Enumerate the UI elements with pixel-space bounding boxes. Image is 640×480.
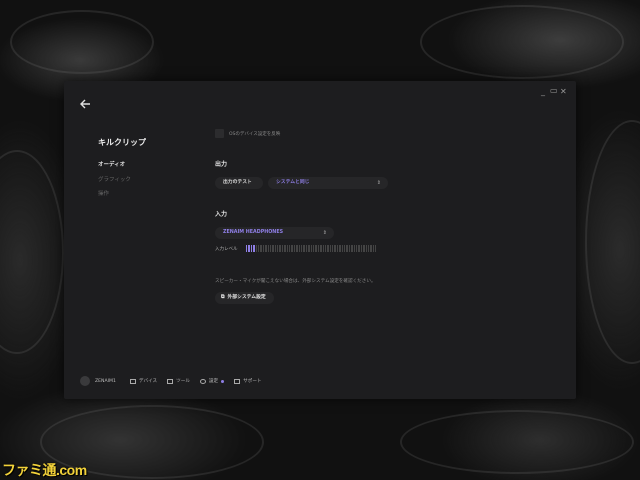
level-bar <box>351 245 353 252</box>
level-bar <box>360 245 363 252</box>
footer-link-label: 設定 <box>208 379 219 384</box>
level-bar <box>315 245 317 252</box>
level-bar <box>269 245 272 252</box>
external-link-icon: ⧉ <box>221 295 225 300</box>
level-bar <box>303 245 305 252</box>
chevron-updown-icon: ⇕ <box>322 230 327 236</box>
level-bar <box>339 245 341 252</box>
level-bar <box>267 245 269 252</box>
nav-item-graphics[interactable]: グラフィック <box>98 175 131 183</box>
level-bar <box>348 245 351 252</box>
external-settings-label: 外部システム設定 <box>227 295 266 300</box>
back-arrow-icon[interactable] <box>78 97 92 111</box>
username: ZENAIM1 <box>95 378 116 384</box>
level-bar <box>272 245 274 252</box>
level-bar <box>277 245 279 252</box>
footer-link-settings[interactable]: 設定 <box>199 378 225 384</box>
level-bar <box>274 245 277 252</box>
input-device-select[interactable]: ZENAIM HEADPHONES ⇕ <box>215 227 334 239</box>
input-level-label: 入力レベル <box>215 247 238 252</box>
level-bar <box>284 245 286 252</box>
level-bar <box>336 245 339 252</box>
maximize-icon[interactable]: ▭ <box>550 86 558 96</box>
footer-link-support[interactable]: サポート <box>234 378 262 384</box>
level-bar <box>296 245 298 252</box>
close-icon[interactable]: ✕ <box>560 87 567 97</box>
level-bar <box>281 245 284 252</box>
level-bar <box>355 245 358 252</box>
level-bar <box>293 245 296 252</box>
level-bar <box>365 245 367 252</box>
minimize-icon[interactable]: _ <box>541 87 545 97</box>
tool-icon <box>167 378 174 384</box>
input-device-value: ZENAIM HEADPHONES <box>223 230 284 235</box>
level-bar <box>308 245 310 252</box>
user-profile[interactable]: ZENAIM1 <box>80 376 116 386</box>
level-bar <box>279 245 281 252</box>
level-bar <box>305 245 308 252</box>
watermark-logo: ファミ通.com <box>2 462 87 478</box>
level-bar <box>346 245 348 252</box>
active-indicator-dot <box>221 379 225 383</box>
level-bar <box>341 245 344 252</box>
level-bar <box>363 245 365 252</box>
output-test-button[interactable]: 出力のテスト <box>215 177 263 189</box>
level-bar <box>289 245 291 252</box>
level-bar <box>265 245 267 252</box>
avatar <box>80 376 90 386</box>
output-device-value: システムと同じ <box>276 180 310 185</box>
level-bar <box>327 245 329 252</box>
level-bar <box>372 245 375 252</box>
level-bar <box>353 245 355 252</box>
level-bar <box>320 245 322 252</box>
level-bar <box>334 245 336 252</box>
level-bar <box>291 245 293 252</box>
level-bar <box>370 245 372 252</box>
footer-link-devices[interactable]: デバイス <box>129 378 158 384</box>
chevron-updown-icon: ⇕ <box>376 180 381 186</box>
output-heading: 出力 <box>215 161 228 168</box>
level-bar <box>257 245 260 252</box>
input-level-meter <box>246 245 377 252</box>
output-device-select[interactable]: システムと同じ ⇕ <box>268 177 388 189</box>
level-bar <box>262 245 265 252</box>
level-bar <box>253 245 255 252</box>
level-bar <box>329 245 332 252</box>
level-bar <box>250 245 253 252</box>
level-bar <box>324 245 327 252</box>
nav-item-audio[interactable]: オーディオ <box>98 160 125 168</box>
app-title: キルクリップ <box>98 138 146 147</box>
level-bar <box>332 245 334 252</box>
level-bar <box>300 245 303 252</box>
input-heading: 入力 <box>215 211 228 218</box>
footer-link-label: デバイス <box>138 379 158 384</box>
level-bar <box>312 245 315 252</box>
footer-link-tools[interactable]: ツール <box>167 378 190 384</box>
level-bar <box>248 245 250 252</box>
level-bar <box>286 245 289 252</box>
level-bar <box>367 245 370 252</box>
chat-icon <box>234 378 241 384</box>
level-bar <box>298 245 300 252</box>
footer-bar: ZENAIM1 デバイス ツール 設定 サポート <box>80 375 272 387</box>
level-bar <box>375 245 377 252</box>
level-bar <box>246 245 248 252</box>
os-device-checkbox[interactable] <box>215 129 224 138</box>
level-bar <box>310 245 312 252</box>
level-bar <box>322 245 324 252</box>
footer-link-label: ツール <box>176 379 190 384</box>
level-bar <box>317 245 320 252</box>
gear-icon <box>199 378 206 384</box>
level-bar <box>255 245 257 252</box>
help-note: スピーカー・マイクが聞こえない場合は、外部システム設定を確認ください。 <box>215 279 376 284</box>
os-device-checkbox-label: OSのデバイス設定を反映 <box>229 132 281 137</box>
settings-window: _ ▭ ✕ キルクリップ オーディオ グラフィック 操作 OSのデバイス設定を反… <box>64 81 576 399</box>
footer-link-label: サポート <box>243 379 262 384</box>
device-icon <box>129 378 136 384</box>
external-settings-button[interactable]: ⧉ 外部システム設定 <box>215 292 274 304</box>
level-bar <box>260 245 262 252</box>
level-bar <box>344 245 346 252</box>
nav-item-controls[interactable]: 操作 <box>98 189 109 197</box>
level-bar <box>358 245 360 252</box>
